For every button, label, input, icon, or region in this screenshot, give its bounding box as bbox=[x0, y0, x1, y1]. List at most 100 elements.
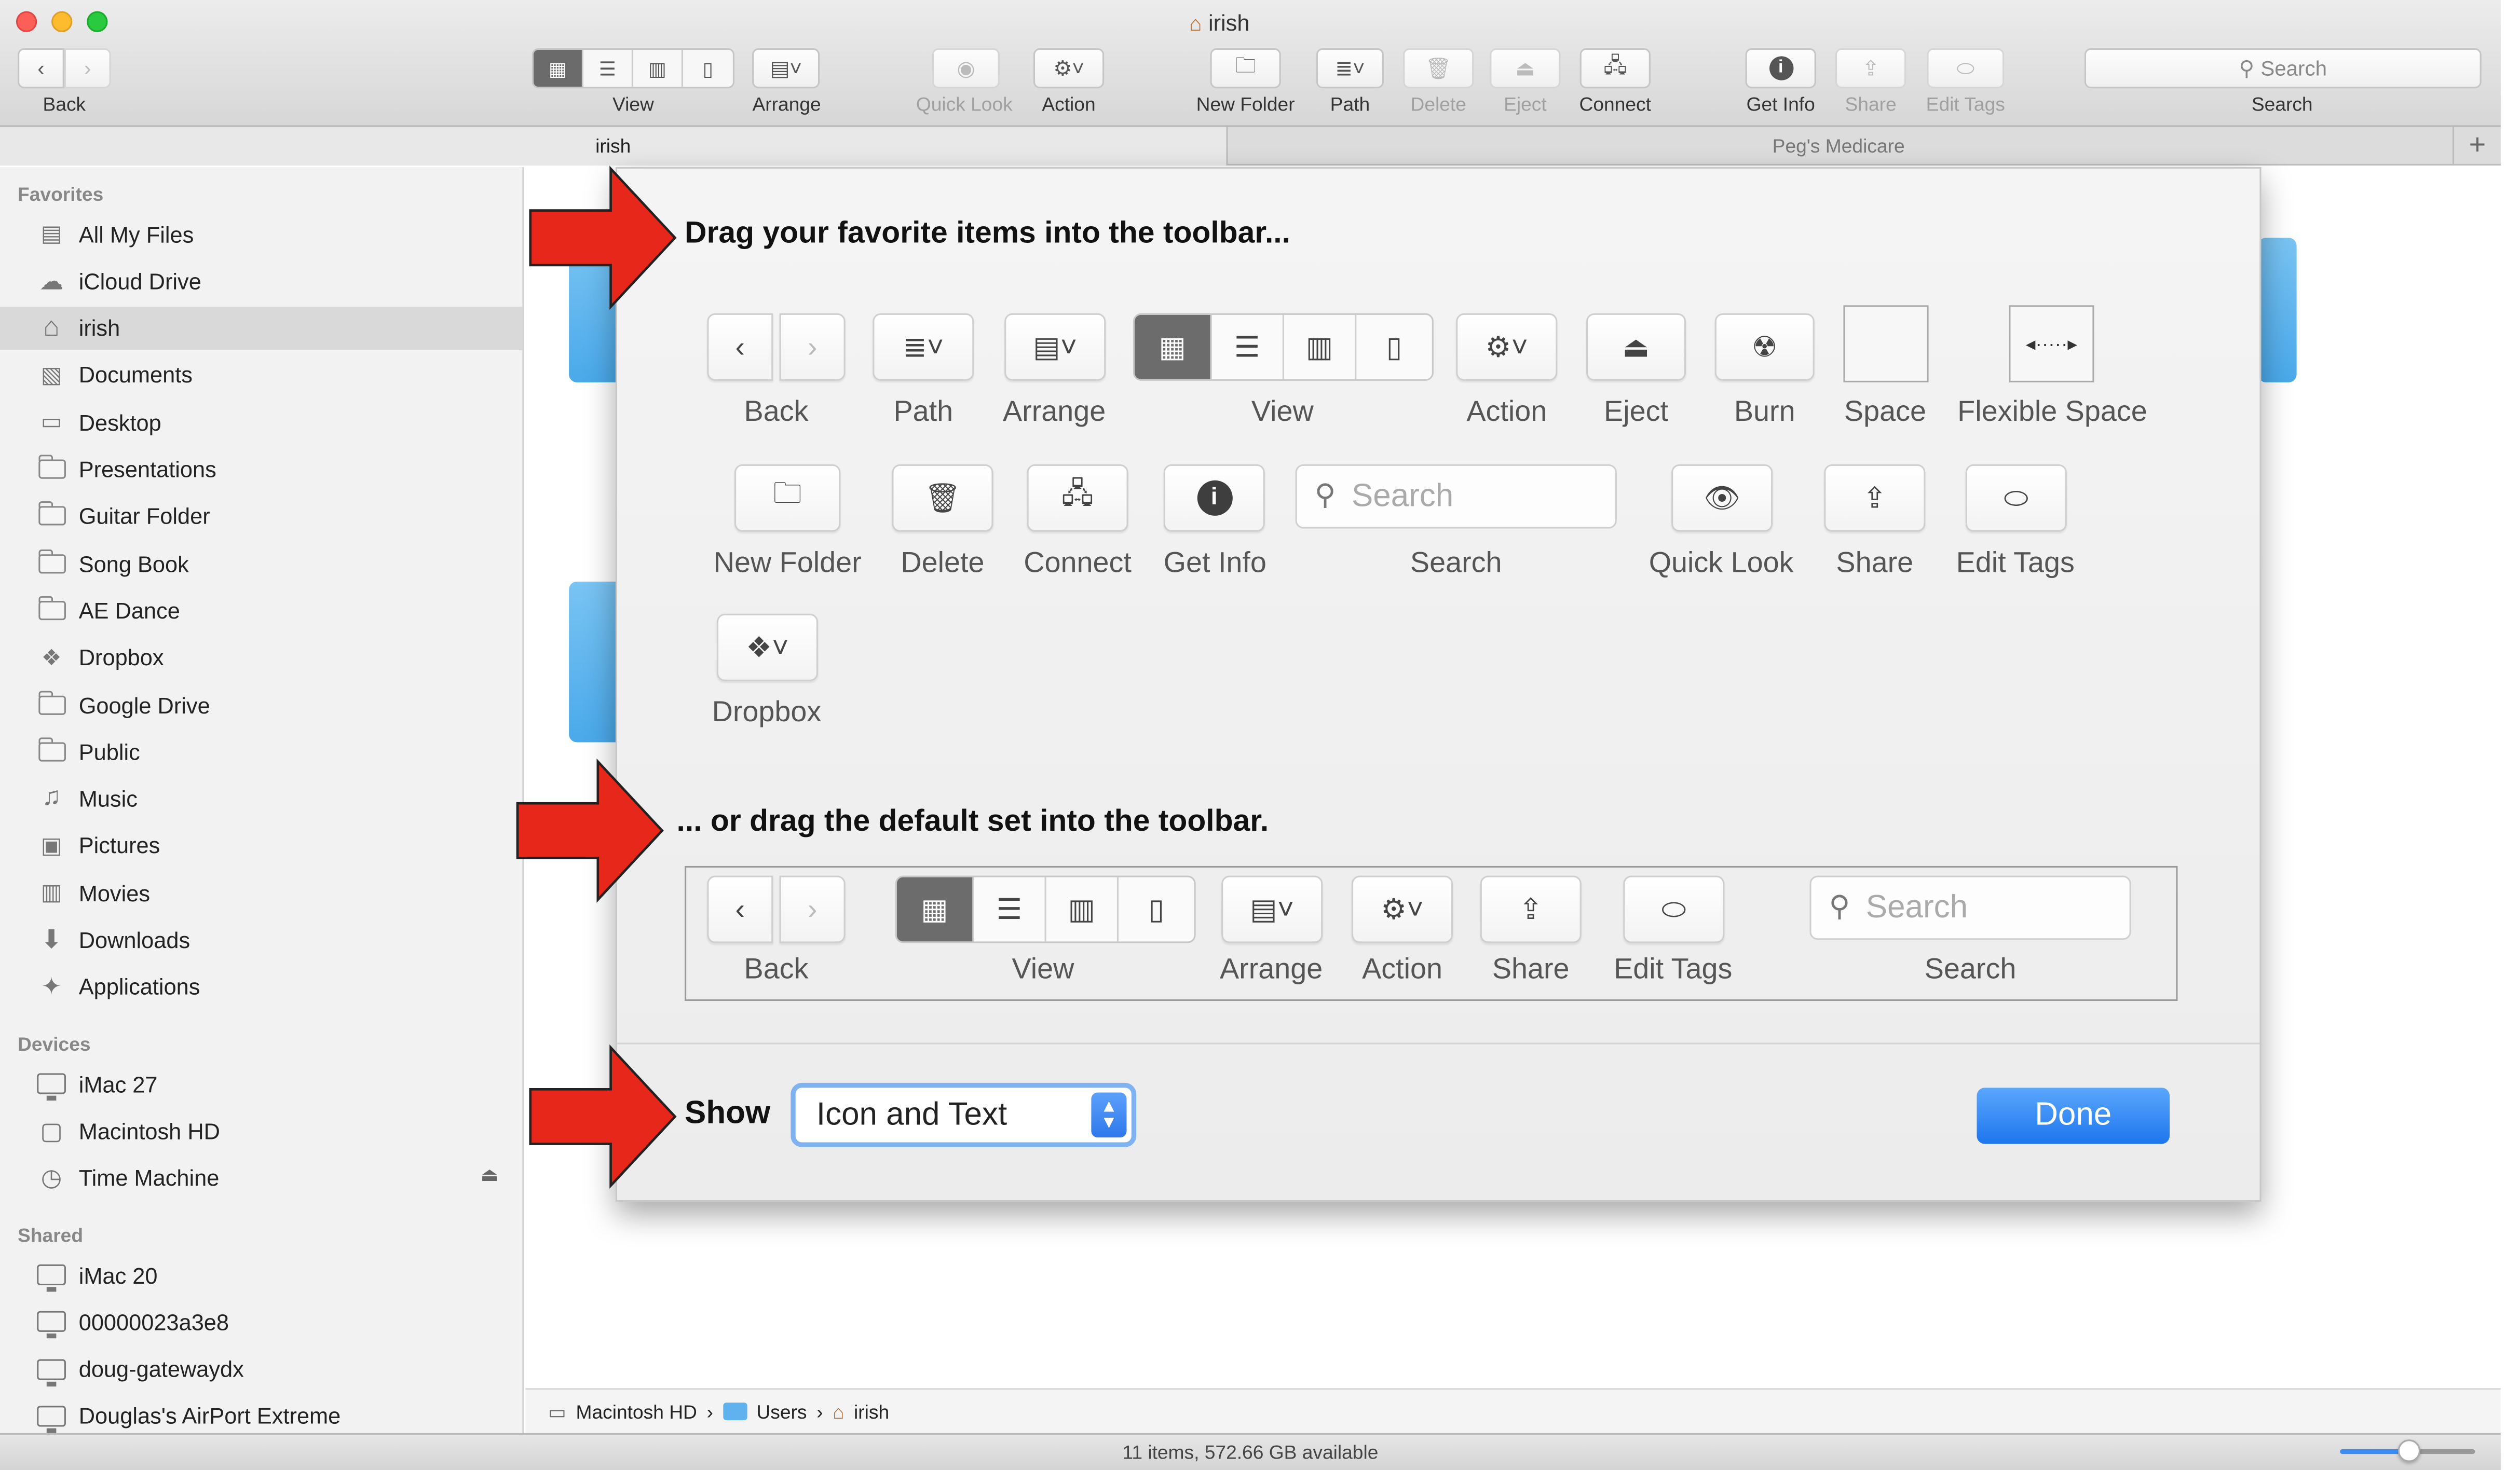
tab-irish[interactable]: irish bbox=[0, 127, 1228, 166]
sidebar-item[interactable]: ▢ Macintosh HD bbox=[0, 1109, 522, 1152]
share-button[interactable]: ⇪ bbox=[1835, 48, 1906, 89]
path-button[interactable]: ≣˅ bbox=[1316, 48, 1384, 89]
palette-back-button[interactable]: ‹ bbox=[707, 313, 773, 381]
sidebar-item[interactable]: iMac 20 bbox=[0, 1253, 522, 1297]
edit-tags-button[interactable]: ⬭ bbox=[1927, 48, 2005, 89]
default-action-button[interactable]: ⚙˅ bbox=[1351, 875, 1453, 943]
palette-arrange-button[interactable]: ▤˅ bbox=[1004, 313, 1106, 381]
sidebar-item[interactable]: Public bbox=[0, 730, 522, 774]
palette-quick-look-button[interactable]: 👁 bbox=[1671, 464, 1773, 532]
column-view-icon[interactable]: ▥ bbox=[633, 49, 683, 87]
sidebar-item[interactable]: ⌂ irish bbox=[0, 306, 523, 350]
delete-button[interactable]: 🗑 bbox=[1403, 48, 1474, 89]
favorites-header: Favorites bbox=[18, 183, 104, 206]
default-back-button[interactable]: ‹ bbox=[707, 875, 773, 943]
eject-icon[interactable]: ⏏ bbox=[481, 1163, 499, 1186]
chevron-right-icon: › bbox=[807, 892, 818, 925]
palette-eject-button[interactable]: ⏏ bbox=[1586, 313, 1686, 381]
folder-icon[interactable] bbox=[2258, 238, 2297, 382]
arrange-button[interactable]: ▤˅ bbox=[752, 48, 820, 89]
sidebar-item[interactable]: Douglas's AirPort Extreme bbox=[0, 1394, 522, 1436]
share-icon: ⇪ bbox=[1862, 481, 1887, 514]
list-view-icon: ☰ bbox=[1212, 314, 1284, 379]
sidebar-item[interactable]: ▧ Documents bbox=[0, 353, 522, 397]
palette-connect-button[interactable]: 🖧 bbox=[1027, 464, 1128, 532]
new-folder-button[interactable]: 🗀 bbox=[1210, 48, 1281, 89]
sidebar-item[interactable]: doug-gatewaydx bbox=[0, 1348, 522, 1391]
palette-edit-tags-button[interactable]: ⬭ bbox=[1965, 464, 2067, 532]
palette-view-control[interactable]: ▦ ☰ ▥ ▯ bbox=[1133, 313, 1434, 381]
sidebar-item[interactable]: Google Drive bbox=[0, 683, 522, 726]
sidebar-item[interactable]: Presentations bbox=[0, 447, 522, 491]
palette-dropbox-button[interactable]: ❖˅ bbox=[716, 613, 819, 681]
coverflow-view-icon: ▯ bbox=[1386, 330, 1402, 363]
palette-path-button[interactable]: ≣˅ bbox=[873, 313, 974, 381]
sidebar-item-label: Pictures bbox=[78, 833, 160, 859]
get-info-button[interactable]: i bbox=[1745, 48, 1816, 89]
burn-icon: ☢ bbox=[1751, 330, 1778, 363]
palette-search-field[interactable]: ⚲ Search bbox=[1295, 464, 1617, 529]
done-button[interactable]: Done bbox=[1977, 1088, 2170, 1144]
toolbar-search-field[interactable]: ⚲ Search bbox=[2084, 48, 2482, 89]
sidebar-item[interactable]: ▤ All My Files bbox=[0, 212, 522, 256]
coverflow-view-icon[interactable]: ▯ bbox=[683, 50, 733, 87]
action-button[interactable]: ⚙˅ bbox=[1033, 48, 1105, 89]
palette-forward-button[interactable]: › bbox=[779, 313, 846, 381]
sidebar-item[interactable]: Song Book bbox=[0, 542, 522, 585]
arrow-callout-icon bbox=[529, 166, 677, 310]
palette-space-item[interactable] bbox=[1843, 305, 1929, 382]
palette-burn-button[interactable]: ☢ bbox=[1714, 313, 1815, 381]
back-button[interactable]: ‹ bbox=[18, 48, 64, 89]
sidebar-item[interactable]: ☁ iCloud Drive bbox=[0, 259, 522, 303]
default-forward-button[interactable]: › bbox=[779, 875, 846, 943]
icon-view-icon[interactable]: ▦ bbox=[533, 49, 583, 87]
default-search-field[interactable]: ⚲ Search bbox=[1809, 875, 2131, 940]
chevron-right-icon: › bbox=[84, 56, 91, 80]
sidebar-item[interactable]: ▭ Desktop bbox=[0, 401, 522, 444]
new-tab-button[interactable]: + bbox=[2452, 127, 2501, 166]
default-edit-tags-button[interactable]: ⬭ bbox=[1623, 875, 1725, 943]
arrange-label: Arrange bbox=[752, 93, 821, 116]
show-label: Show bbox=[685, 1095, 771, 1131]
new-folder-icon: 🗀 bbox=[1235, 52, 1256, 77]
eject-button[interactable]: ⏏ bbox=[1490, 48, 1561, 89]
default-share-button[interactable]: ⇪ bbox=[1480, 875, 1582, 943]
view-segmented-control[interactable]: ▦ ☰ ▥ ▯ bbox=[532, 48, 735, 89]
finder-window: ⌂ irish ‹ › Back ▦ ☰ ▥ ▯ View ▤˅ Arrange… bbox=[0, 0, 2520, 1470]
zoom-window-button[interactable] bbox=[87, 11, 108, 32]
sidebar-item[interactable]: 00000023a3e8 bbox=[0, 1300, 522, 1344]
quick-look-button[interactable]: ◉ bbox=[932, 48, 1000, 89]
sidebar-item[interactable]: Guitar Folder bbox=[0, 494, 522, 538]
palette-delete-button[interactable]: 🗑 bbox=[892, 464, 993, 532]
tab-bar: irish Peg's Medicare + bbox=[0, 127, 2501, 166]
sidebar-item[interactable]: ▣ Pictures bbox=[0, 824, 522, 868]
palette-flexible-space-item[interactable]: ◂·····▸ bbox=[2009, 305, 2094, 382]
palette-new-folder-button[interactable]: 🗀 bbox=[734, 464, 841, 532]
path-crumb-irish[interactable]: irish bbox=[854, 1400, 889, 1422]
default-view-control[interactable]: ▦ ☰ ▥ ▯ bbox=[895, 875, 1196, 943]
path-crumb-macintosh-hd[interactable]: Macintosh HD bbox=[576, 1400, 697, 1422]
forward-button[interactable]: › bbox=[64, 48, 111, 89]
sidebar-item[interactable]: ✦ Applications bbox=[0, 965, 522, 1009]
sidebar-item[interactable]: ◷ Time Machine bbox=[0, 1156, 522, 1200]
palette-get-info-button[interactable]: i bbox=[1163, 464, 1265, 532]
sidebar-item[interactable]: ▥ Movies bbox=[0, 871, 522, 915]
sidebar: Favorites ▤ All My Files ☁ iCloud Drive ⌂ iri… bbox=[0, 167, 524, 1437]
palette-share-button[interactable]: ⇪ bbox=[1824, 464, 1926, 532]
default-arrange-button[interactable]: ▤˅ bbox=[1221, 875, 1323, 943]
sidebar-item[interactable]: ⬇ Downloads bbox=[0, 918, 522, 962]
path-crumb-users[interactable]: Users bbox=[756, 1400, 807, 1422]
sidebar-item[interactable]: AE Dance bbox=[0, 588, 522, 632]
show-select[interactable]: Icon and Text ▲ ▼ bbox=[791, 1082, 1137, 1147]
default-view-label: View bbox=[1012, 953, 1074, 985]
list-view-icon[interactable]: ☰ bbox=[583, 49, 633, 87]
sidebar-item[interactable]: ♫ Music bbox=[0, 777, 522, 820]
connect-button[interactable]: 🖧 bbox=[1579, 48, 1651, 89]
icon-size-slider-knob[interactable] bbox=[2398, 1439, 2421, 1462]
palette-action-button[interactable]: ⚙˅ bbox=[1456, 313, 1558, 381]
sidebar-item[interactable]: ❖ Dropbox bbox=[0, 636, 522, 679]
close-window-button[interactable] bbox=[16, 11, 37, 32]
minimize-window-button[interactable] bbox=[51, 11, 73, 32]
sidebar-item[interactable]: iMac 27 bbox=[0, 1062, 522, 1106]
tab-pegs-medicare[interactable]: Peg's Medicare bbox=[1228, 127, 2449, 166]
